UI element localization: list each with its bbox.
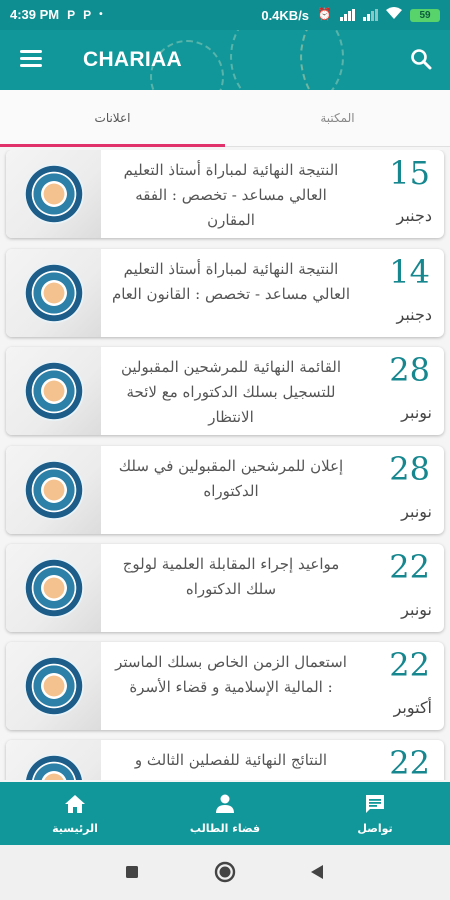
nav-student-space[interactable]: فضاء الطالب [150, 782, 300, 845]
home-system-button[interactable] [214, 861, 236, 883]
announcement-day: 15 [389, 154, 430, 192]
announcement-card[interactable]: مواعيد إجراء المقابلة العلمية لولوج سلك … [6, 544, 444, 632]
menu-button[interactable] [20, 50, 44, 70]
announcement-day: 22 [389, 548, 430, 586]
announcement-day: 22 [389, 646, 430, 684]
square-icon [126, 866, 138, 878]
menu-icon [20, 50, 42, 53]
nav-student-space-label: فضاء الطالب [189, 822, 261, 835]
announcement-title: استعمال الزمن الخاص بسلك الماستر : المال… [115, 653, 347, 696]
medallion-icon [24, 558, 84, 618]
nav-contact-label: تواصل [357, 822, 393, 835]
bottom-navigation: تواصل فضاء الطالب الرئيسية [0, 782, 450, 845]
medallion-icon [24, 460, 84, 520]
back-triangle-icon [311, 865, 323, 879]
menu-icon-bar [20, 57, 42, 60]
signal-icon [340, 9, 355, 21]
announcement-thumbnail [6, 740, 101, 780]
tab-announcements[interactable]: اعلانات [0, 90, 225, 146]
announcement-day: 22 [389, 744, 430, 780]
nav-contact[interactable]: تواصل [300, 782, 450, 845]
announcement-thumbnail [6, 249, 101, 337]
announcement-thumbnail [6, 642, 101, 730]
announcement-month: دجنبر [396, 305, 433, 324]
announcement-month: أكتوبر [393, 698, 432, 717]
announcement-card[interactable]: إعلان للمرشحين المقبولين في سلك الدكتورا… [6, 446, 444, 534]
medallion-icon [24, 361, 84, 421]
announcement-title: مواعيد إجراء المقابلة العلمية لولوج سلك … [122, 555, 340, 598]
announcement-month: نونبر [401, 600, 432, 619]
nav-home-label: الرئيسية [52, 822, 98, 835]
tab-library[interactable]: المكتبة [225, 90, 450, 146]
announcement-title: إعلان للمرشحين المقبولين في سلك الدكتورا… [118, 457, 344, 500]
alarm-icon: ⏰ [317, 7, 332, 21]
circle-icon [214, 861, 236, 883]
medallion-icon [24, 754, 84, 780]
person-icon [216, 794, 234, 813]
menu-icon-bar-2 [20, 64, 42, 67]
announcement-title: النتائج النهائية للفصلين الثالث و [134, 751, 328, 769]
status-time: 4:39 PM [10, 7, 60, 22]
announcement-thumbnail [6, 347, 101, 435]
system-navigation-bar [0, 845, 450, 900]
tab-announcements-label: اعلانات [94, 111, 131, 125]
app-title: CHARIAA [83, 48, 182, 71]
nav-home[interactable]: الرئيسية [0, 782, 150, 845]
announcement-day: 14 [389, 253, 430, 291]
tab-selected-indicator [0, 144, 225, 147]
status-bar: 4:39 PM P P • 0.4KB/s ⏰ 59 [0, 0, 450, 30]
recent-apps-button[interactable] [121, 861, 143, 883]
home-icon [65, 795, 85, 813]
announcement-title: القائمة النهائية للمرشحين المقبولين للتس… [120, 358, 342, 426]
search-button[interactable] [410, 48, 434, 72]
announcement-card[interactable]: النتيجة النهائية لمباراة أستاذ التعليم ا… [6, 150, 444, 238]
announcement-title: النتيجة النهائية لمباراة أستاذ التعليم ا… [123, 161, 339, 229]
p-notification-icon: P [67, 7, 76, 22]
tab-bar: اعلانات المكتبة [0, 90, 450, 147]
announcement-thumbnail [6, 150, 101, 238]
wifi-icon [386, 7, 402, 23]
announcement-thumbnail [6, 446, 101, 534]
app-bar: CHARIAA [0, 30, 450, 90]
p-notification-icon-2: P [83, 7, 92, 22]
announcement-card[interactable]: النتائج النهائية للفصلين الثالث و 22 [6, 740, 444, 780]
announcement-day: 28 [389, 450, 430, 488]
tab-library-label: المكتبة [320, 111, 355, 125]
chat-icon [366, 795, 384, 813]
announcement-thumbnail [6, 544, 101, 632]
announcement-card[interactable]: القائمة النهائية للمرشحين المقبولين للتس… [6, 347, 444, 435]
battery-icon: 59 [410, 8, 440, 22]
announcement-month: نونبر [401, 403, 432, 422]
signal-icon-2 [363, 9, 378, 21]
search-icon [411, 49, 432, 70]
announcement-month: دجنبر [396, 206, 433, 225]
medallion-icon [24, 263, 84, 323]
medallion-icon [24, 656, 84, 716]
announcement-day: 28 [389, 351, 430, 389]
status-dot: • [99, 9, 103, 20]
announcement-card[interactable]: استعمال الزمن الخاص بسلك الماستر : المال… [6, 642, 444, 730]
medallion-icon [24, 164, 84, 224]
back-button[interactable] [307, 861, 329, 883]
announcement-title: النتيجة النهائية لمباراة أستاذ التعليم ا… [111, 260, 351, 303]
announcement-card[interactable]: النتيجة النهائية لمباراة أستاذ التعليم ا… [6, 249, 444, 337]
announcement-list[interactable]: النتيجة النهائية لمباراة أستاذ التعليم ا… [0, 150, 450, 780]
network-speed: 0.4KB/s [261, 7, 310, 23]
announcement-month: نونبر [401, 502, 432, 521]
